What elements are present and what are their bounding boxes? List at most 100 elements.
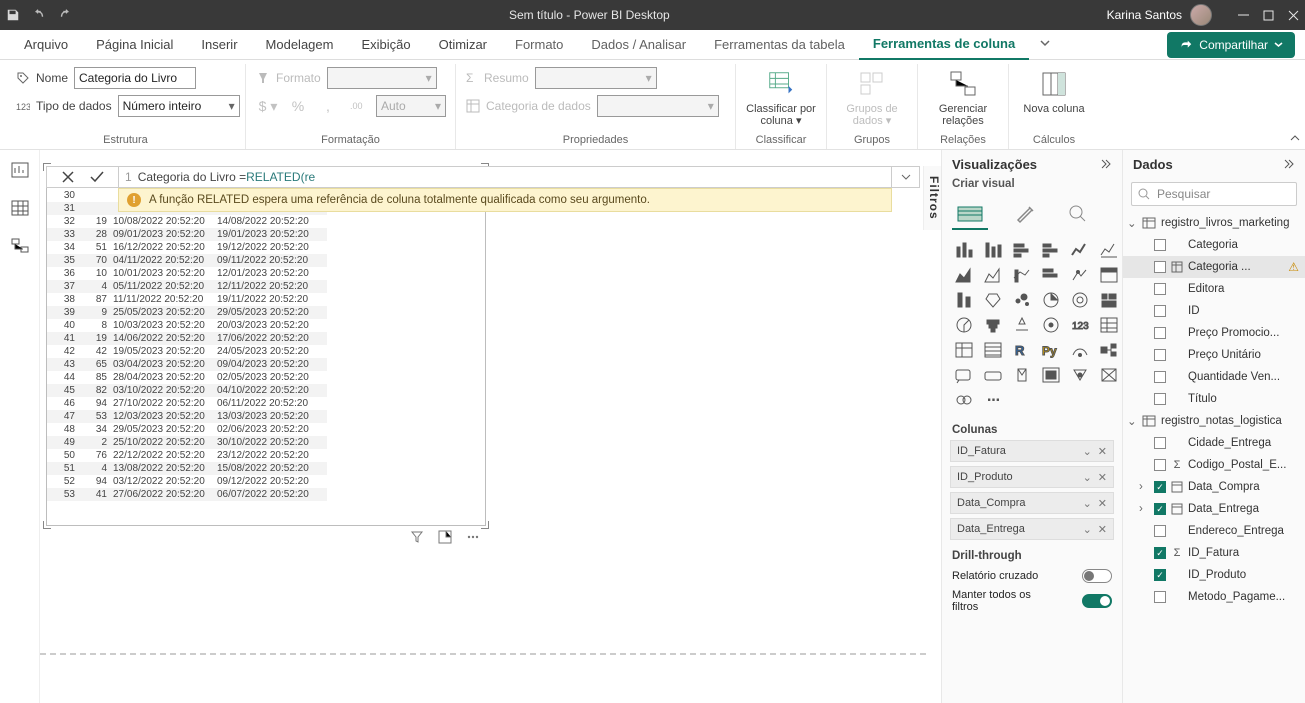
tab-column-tools[interactable]: Ferramentas de coluna [859,30,1029,60]
field-node[interactable]: Título [1123,388,1305,410]
field-well[interactable]: ID_Fatura⌄✕ [950,440,1114,462]
table-row[interactable]: 361010/01/2023 20:52:2012/01/2023 20:52:… [47,267,327,280]
viz-type-icon[interactable]: 123 [1068,315,1092,335]
table-row[interactable]: 37405/11/2022 20:52:2012/11/2022 20:52:2… [47,280,327,293]
viz-type-icon[interactable] [952,265,976,285]
viz-type-icon[interactable] [1068,340,1092,360]
formula-commit-icon[interactable] [89,170,105,184]
viz-type-icon[interactable] [1097,240,1121,260]
viz-type-icon[interactable] [1097,290,1121,310]
tab-optimize[interactable]: Otimizar [425,30,501,60]
expand-pane-icon[interactable] [1100,158,1112,170]
field-checkbox[interactable] [1154,327,1166,339]
table-row[interactable]: 332809/01/2023 20:52:2019/01/2023 20:52:… [47,228,327,241]
viz-type-icon[interactable] [1068,290,1092,310]
viz-type-icon[interactable] [1097,365,1121,385]
share-button[interactable]: Compartilhar [1167,32,1295,58]
table-row[interactable]: 529403/12/2022 20:52:2009/12/2022 20:52:… [47,475,327,488]
field-checkbox[interactable] [1154,349,1166,361]
cross-report-toggle[interactable] [1082,569,1112,583]
report-view-icon[interactable] [8,160,32,180]
field-well[interactable]: Data_Entrega⌄✕ [950,518,1114,540]
name-input[interactable]: Categoria do Livro [74,67,196,89]
viz-type-icon[interactable] [1039,365,1063,385]
field-checkbox[interactable] [1154,591,1166,603]
remove-field-icon[interactable]: ✕ [1098,523,1107,536]
tab-file[interactable]: Arquivo [10,30,82,60]
table-row[interactable]: 357004/11/2022 20:52:2009/11/2022 20:52:… [47,254,327,267]
viz-type-icon[interactable] [1039,265,1063,285]
viz-type-icon[interactable] [981,290,1005,310]
viz-type-icon[interactable] [1010,365,1034,385]
field-checkbox[interactable] [1154,261,1166,273]
chevron-down-icon[interactable]: ⌄ [1083,445,1092,458]
viz-type-icon[interactable] [1068,365,1092,385]
viz-type-icon[interactable] [1097,265,1121,285]
table-node[interactable]: ⌄registro_notas_logistica [1123,410,1305,432]
table-view-icon[interactable] [8,198,32,218]
viz-type-icon[interactable]: Py [1039,340,1063,360]
formula-input[interactable]: 1 Categoria do Livro = RELATED(re [118,166,892,188]
viz-type-icon[interactable] [1010,265,1034,285]
chevron-down-icon[interactable]: ⌄ [1083,471,1092,484]
table-row[interactable]: 534127/06/2022 20:52:2006/07/2022 20:52:… [47,488,327,501]
tab-insert[interactable]: Inserir [187,30,251,60]
viz-type-icon[interactable] [981,315,1005,335]
type-select[interactable]: Número inteiro▾ [118,95,240,117]
maximize-icon[interactable] [1263,10,1274,21]
field-node[interactable]: Quantidade Ven... [1123,366,1305,388]
field-node[interactable]: ›Data_Compra [1123,476,1305,498]
table-row[interactable]: 424219/05/2023 20:52:2024/05/2023 20:52:… [47,345,327,358]
tab-home[interactable]: Página Inicial [82,30,187,60]
remove-field-icon[interactable]: ✕ [1098,471,1107,484]
field-checkbox[interactable] [1154,305,1166,317]
minimize-icon[interactable] [1238,10,1249,21]
field-checkbox[interactable] [1154,525,1166,537]
filters-pane-collapsed[interactable]: Filtros [923,166,941,230]
remove-field-icon[interactable]: ✕ [1098,445,1107,458]
table-node[interactable]: ⌄registro_livros_marketing [1123,212,1305,234]
manage-relations-button[interactable]: Gerenciar relações [928,66,998,127]
viz-type-icon[interactable] [981,365,1005,385]
field-node[interactable]: Categoria [1123,234,1305,256]
viz-type-icon[interactable] [981,265,1005,285]
table-row[interactable]: 507622/12/2022 20:52:2023/12/2022 20:52:… [47,449,327,462]
user-area[interactable]: Karina Santos [1107,4,1212,26]
viz-type-icon[interactable] [1097,315,1121,335]
redo-icon[interactable] [58,8,72,22]
viz-type-icon[interactable] [952,240,976,260]
viz-type-icon[interactable] [981,340,1005,360]
remove-field-icon[interactable]: ✕ [1098,497,1107,510]
viz-type-icon[interactable] [952,390,976,410]
field-checkbox[interactable] [1154,503,1166,515]
tab-format[interactable]: Formato [501,30,577,60]
keep-filters-toggle[interactable] [1082,594,1112,608]
field-node[interactable]: ID [1123,300,1305,322]
tabs-overflow-icon[interactable] [1029,37,1049,52]
expand-data-icon[interactable] [1283,158,1295,170]
tab-model[interactable]: Modelagem [252,30,348,60]
field-node[interactable]: Preço Promocio... [1123,322,1305,344]
tab-data[interactable]: Dados / Analisar [577,30,700,60]
field-checkbox[interactable] [1154,283,1166,295]
table-row[interactable]: 436503/04/2023 20:52:2009/04/2023 20:52:… [47,358,327,371]
more-icon[interactable] [466,530,480,544]
viz-type-icon[interactable] [1010,315,1034,335]
field-node[interactable]: Preço Unitário [1123,344,1305,366]
tab-table-tools[interactable]: Ferramentas da tabela [700,30,859,60]
filter-icon[interactable] [410,530,424,544]
format-visual-tab[interactable] [1006,198,1042,230]
chevron-down-icon[interactable]: ⌄ [1083,523,1092,536]
table-row[interactable]: 51413/08/2022 20:52:2015/08/2022 20:52:2… [47,462,327,475]
tab-view[interactable]: Exibição [347,30,424,60]
table-row[interactable]: 388711/11/2022 20:52:2019/11/2022 20:52:… [47,293,327,306]
viz-type-icon[interactable] [1068,240,1092,260]
viz-type-icon[interactable] [1039,290,1063,310]
chevron-down-icon[interactable]: ⌄ [1083,497,1092,510]
build-visual-tab[interactable] [952,198,988,230]
field-node[interactable]: ›Data_Entrega [1123,498,1305,520]
report-canvas[interactable]: 1 Categoria do Livro = RELATED(re ! A fu… [40,150,926,703]
viz-type-icon[interactable] [1010,240,1034,260]
new-column-button[interactable]: Nova coluna [1019,66,1089,115]
formula-cancel-icon[interactable] [61,170,75,184]
